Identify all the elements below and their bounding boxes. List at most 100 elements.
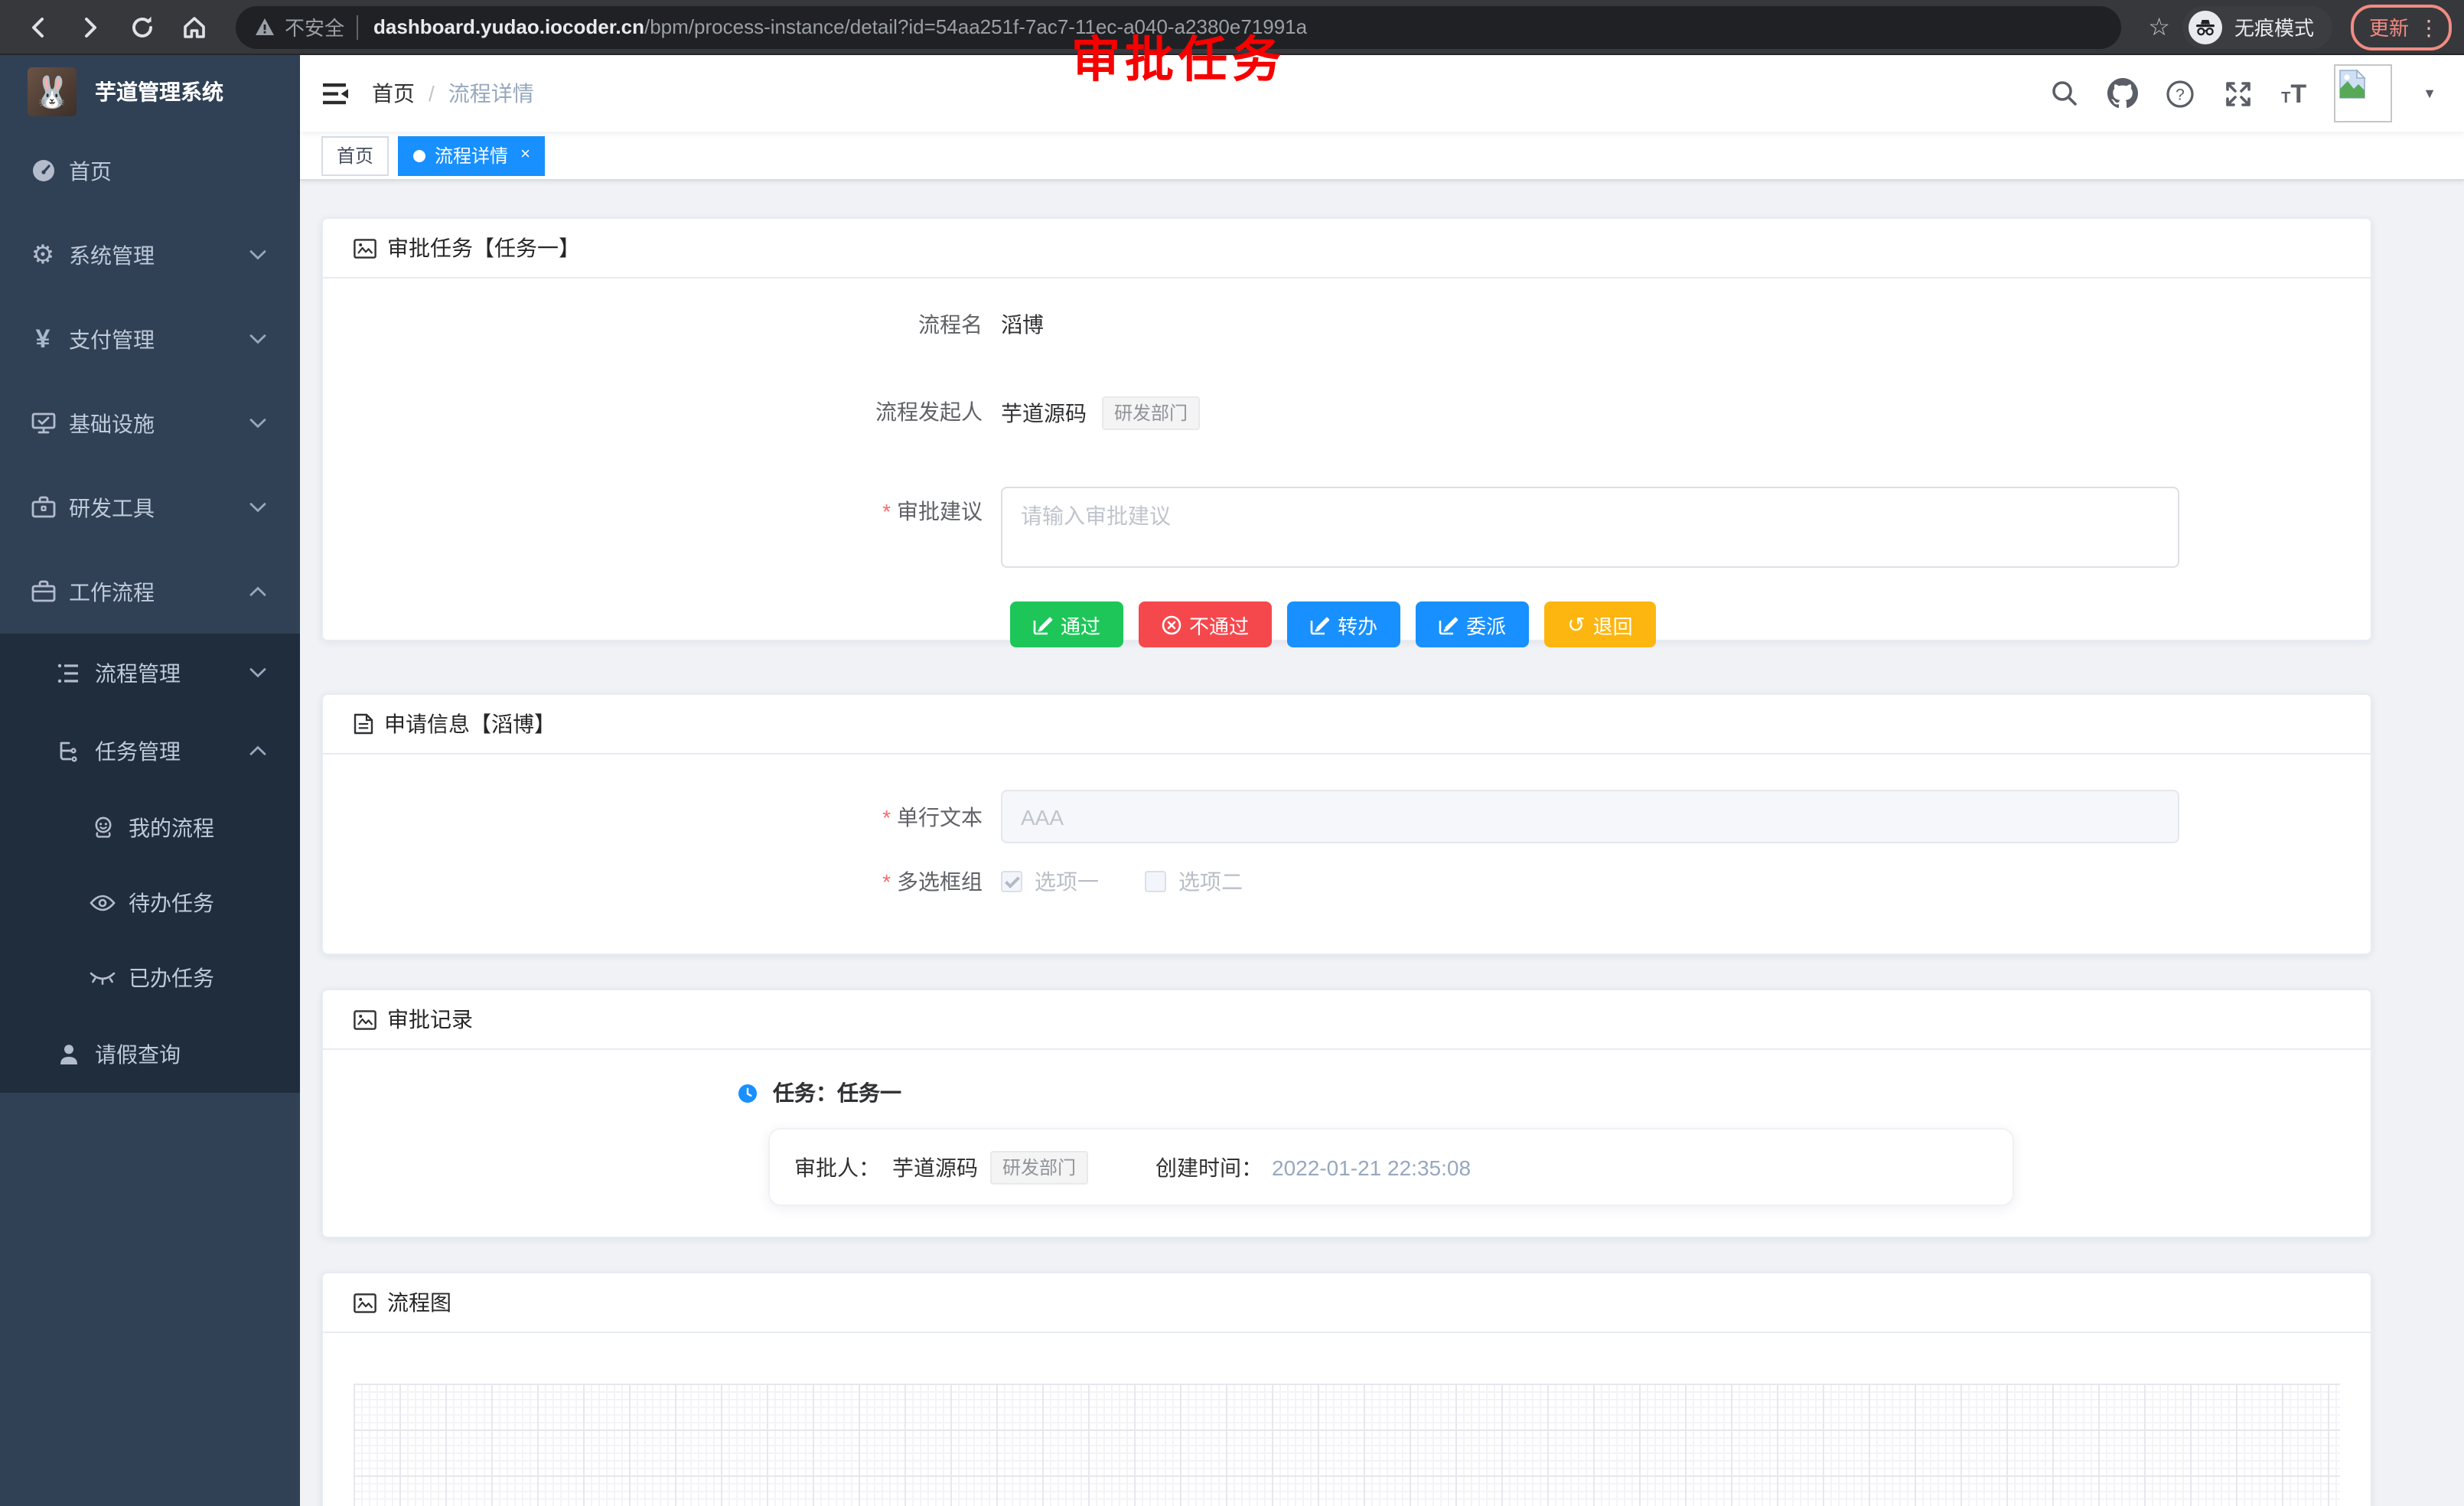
avatar[interactable] — [2334, 64, 2392, 122]
sidebar: 🐰 芋道管理系统 首页 ⚙ 系统管理 ¥ 支付管理 — [0, 55, 300, 1506]
chevron-down-icon — [249, 667, 266, 678]
card-body: 流程名 滔博 流程发起人 芋道源码 研发部门 *审批建议 — [323, 279, 2371, 647]
sidebar-item-todo-tasks[interactable]: 待办任务 — [0, 865, 300, 940]
update-button[interactable]: 更新 ⋮ — [2351, 4, 2452, 50]
card-title: 审批任务【任务一】 — [387, 233, 580, 263]
created-time-group: 创建时间： 2022-01-21 22:35:08 — [1155, 1152, 1471, 1182]
edit-icon — [1033, 614, 1053, 634]
tree-icon — [55, 738, 83, 763]
assignee-label: 审批人： — [794, 1152, 880, 1182]
chevron-up-icon — [249, 745, 266, 756]
sidebar-item-label: 请假查询 — [95, 1038, 181, 1069]
sidebar-item-system[interactable]: ⚙ 系统管理 — [0, 213, 300, 297]
suggestion-label-wrap: *审批建议 — [323, 487, 1001, 568]
suggestion-textarea[interactable] — [1001, 487, 2179, 568]
undo-icon: ↺ — [1567, 614, 1585, 635]
home-icon[interactable] — [176, 8, 213, 45]
initiator-value: 芋道源码 研发部门 — [1001, 396, 1200, 430]
broken-image-icon — [2339, 69, 2366, 99]
required-mark: * — [882, 805, 891, 830]
required-mark: * — [882, 499, 891, 523]
url-separator — [357, 15, 358, 39]
svg-text:?: ? — [2176, 85, 2185, 103]
app-logo: 🐰 — [28, 67, 77, 116]
help-icon[interactable]: ? — [2165, 78, 2195, 109]
sidebar-logo-row[interactable]: 🐰 芋道管理系统 — [0, 55, 300, 129]
forward-icon[interactable] — [72, 8, 109, 45]
card-title: 申请信息【滔博】 — [384, 709, 556, 739]
back-icon[interactable] — [20, 8, 57, 45]
checkbox-option-1: 选项一 — [1001, 866, 1099, 897]
sidebar-item-leave-query[interactable]: 请假查询 — [0, 1015, 300, 1093]
card-header: 审批任务【任务一】 — [323, 219, 2371, 279]
clock-icon — [738, 1083, 758, 1103]
sidebar-item-infra[interactable]: 基础设施 — [0, 381, 300, 465]
tab-process-detail[interactable]: 流程详情 × — [398, 135, 546, 175]
sidebar-collapse-icon[interactable] — [300, 82, 372, 105]
checkbox-group-label-wrap: *多选框组 — [323, 866, 1001, 897]
annotation-approval-task: 审批任务 — [1071, 21, 1286, 92]
user-icon — [55, 1041, 83, 1066]
required-mark: * — [882, 869, 891, 894]
not-secure-warning-icon[interactable] — [254, 17, 275, 37]
tab-label: 首页 — [337, 142, 373, 168]
sidebar-item-workflow[interactable]: 工作流程 — [0, 549, 300, 634]
gear-icon: ⚙ — [29, 240, 57, 270]
sidebar-item-label: 待办任务 — [129, 887, 214, 918]
incognito-icon — [2189, 10, 2222, 44]
sidebar-item-label: 研发工具 — [69, 492, 155, 523]
eye-open-icon — [89, 893, 116, 911]
chevron-down-icon — [249, 418, 266, 429]
card-header: 流程图 — [323, 1273, 2371, 1333]
return-button[interactable]: ↺ 退回 — [1544, 601, 1656, 647]
chevron-down-icon — [249, 502, 266, 513]
sidebar-item-home[interactable]: 首页 — [0, 129, 300, 213]
bpmn-grid-canvas[interactable] — [354, 1384, 2340, 1506]
monitor-icon — [29, 410, 57, 436]
tab-label: 流程详情 — [435, 142, 508, 168]
sidebar-item-label: 流程管理 — [95, 657, 181, 688]
reload-icon[interactable] — [124, 8, 161, 45]
reject-button[interactable]: 不通过 — [1139, 601, 1272, 647]
sidebar-item-done-tasks[interactable]: 已办任务 — [0, 940, 300, 1015]
initiator-row: 流程发起人 芋道源码 研发部门 — [323, 396, 2371, 430]
not-secure-label[interactable]: 不安全 — [285, 12, 344, 41]
sidebar-item-task-mgmt[interactable]: 任务管理 — [0, 712, 300, 790]
font-size-icon[interactable]: TT — [2281, 80, 2306, 106]
action-buttons: 通过 不通过 转办 委 — [323, 601, 2371, 647]
tab-home[interactable]: 首页 — [321, 135, 389, 175]
close-icon[interactable]: × — [520, 147, 530, 164]
sidebar-item-payment[interactable]: ¥ 支付管理 — [0, 297, 300, 381]
fullscreen-icon[interactable] — [2223, 78, 2254, 109]
chevron-down-icon — [249, 334, 266, 344]
created-label: 创建时间： — [1155, 1152, 1263, 1182]
chevron-up-icon — [249, 586, 266, 597]
checkbox-group-label: 多选框组 — [897, 869, 983, 894]
sidebar-item-label: 我的流程 — [129, 812, 214, 843]
github-icon[interactable] — [2107, 78, 2137, 109]
sidebar-item-devtools[interactable]: 研发工具 — [0, 465, 300, 549]
card-body: *单行文本 *多选框组 选项一 — [323, 755, 2371, 897]
document-icon — [354, 713, 373, 735]
sidebar-item-label: 工作流程 — [69, 576, 155, 607]
card-header: 申请信息【滔博】 — [323, 695, 2371, 755]
url-domain: dashboard.yudao.iocoder.cn — [373, 15, 644, 38]
picture-icon — [354, 238, 376, 258]
breadcrumb-home[interactable]: 首页 — [372, 78, 415, 109]
sidebar-item-process-mgmt[interactable]: 流程管理 — [0, 634, 300, 712]
sidebar-item-my-process[interactable]: 我的流程 — [0, 790, 300, 865]
checkbox-group-row: *多选框组 选项一 选项二 — [323, 866, 2371, 897]
checkbox-label: 选项一 — [1035, 866, 1099, 897]
delegate-button[interactable]: 委派 — [1416, 601, 1529, 647]
card-body: 任务：任务一 审批人： 芋道源码 研发部门 创建时间： 2022-01-21 2… — [323, 1050, 2371, 1206]
avatar-caret-icon[interactable]: ▼ — [2423, 86, 2436, 101]
approve-button[interactable]: 通过 — [1010, 601, 1123, 647]
browser-menu-icon[interactable]: ⋮ — [2418, 16, 2440, 37]
briefcase-icon — [29, 494, 57, 520]
search-icon[interactable] — [2048, 78, 2079, 109]
approval-task-card: 审批任务【任务一】 流程名 滔博 流程发起人 芋道源码 研发部门 — [321, 217, 2372, 641]
dept-tag: 研发部门 — [1102, 396, 1200, 430]
transfer-button[interactable]: 转办 — [1287, 601, 1400, 647]
bookmark-star-icon[interactable]: ☆ — [2148, 11, 2170, 42]
timeline-item: 任务：任务一 — [323, 1077, 2371, 1108]
